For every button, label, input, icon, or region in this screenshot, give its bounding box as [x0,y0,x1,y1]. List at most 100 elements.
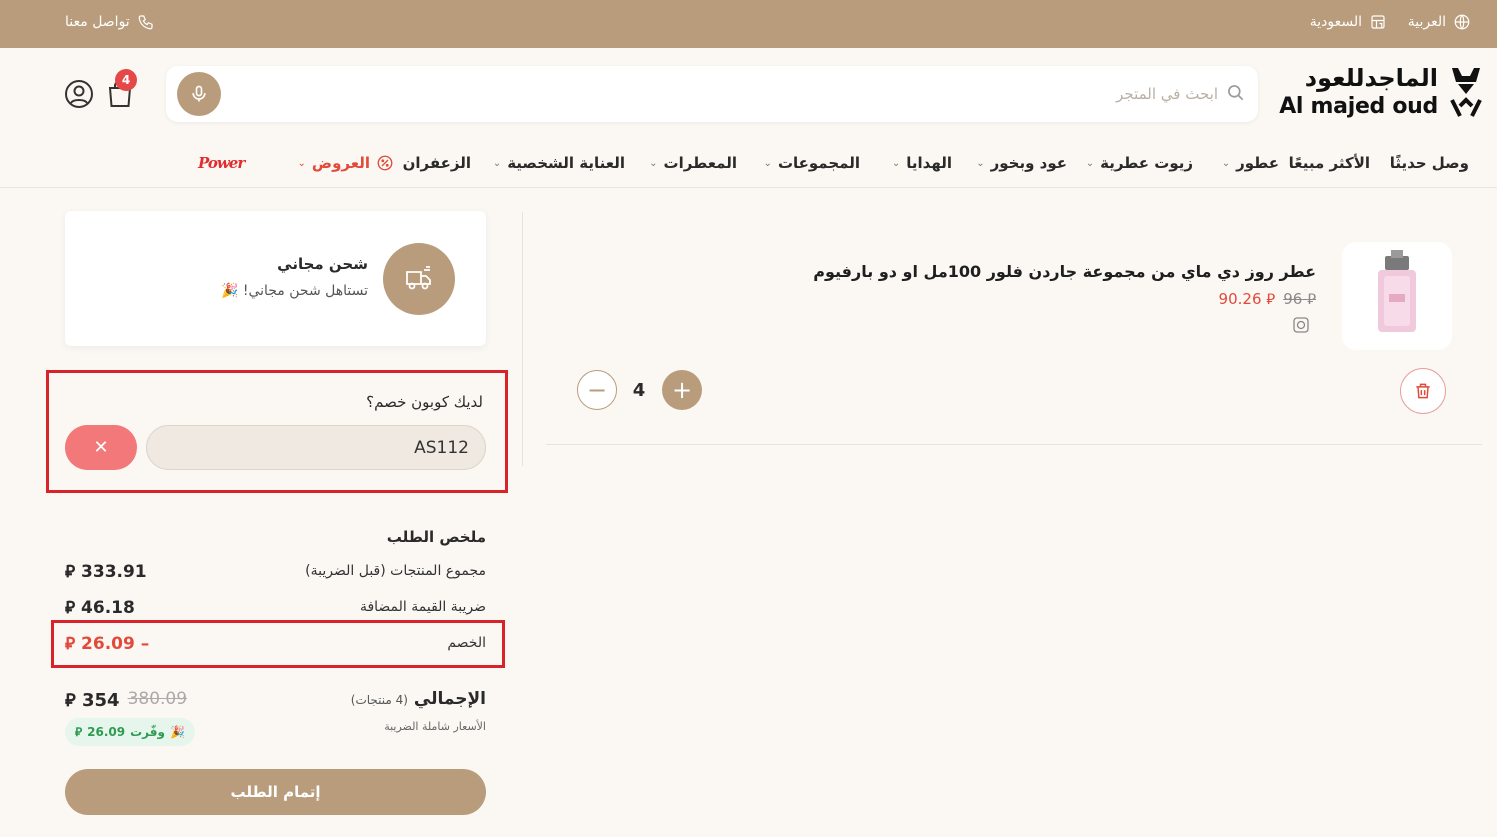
increase-quantity-button[interactable]: + [662,370,702,410]
vat-value: ⃁ 46.18 [65,596,135,618]
coupon-code-input[interactable] [146,425,486,470]
globe-icon [1454,14,1470,30]
nav-item-gifts[interactable]: الهدايا ⌄ [892,154,952,172]
store-icon [1371,15,1385,29]
subtotal-row: ⃁ 333.91 مجموع المنتجات (قبل الضريبة) [65,559,486,583]
search-icon[interactable] [1226,83,1246,103]
search-bar [166,66,1258,122]
party-popper-icon: 🎉 [220,283,239,299]
remove-coupon-button[interactable]: ✕ [65,425,137,470]
header: الماجدللعود Al majed oud 4 [0,48,1497,142]
currency-symbol: ⃁ [1307,290,1316,308]
chevron-down-icon: ⌄ [649,157,658,169]
phone-icon [138,15,153,30]
contact-link[interactable]: تواصل معنا [65,13,155,31]
total-old-value: 380.09 [127,689,188,709]
nav-item-label: عطور [1236,154,1279,172]
logo-arabic-text: الماجدللعود [1304,64,1438,92]
nav-item-label: الأكثر مبيعًا [1288,154,1370,172]
order-summary-title: ملخص الطلب [386,528,486,546]
savings-badge: 🎉 وفّرت 26.09 ⃁ [65,718,195,746]
search-input[interactable] [318,80,1218,108]
nav-item-label: المعطرات [663,154,737,172]
chevron-down-icon: ⌄ [1221,157,1231,169]
remove-item-button[interactable] [1400,368,1446,414]
chevron-down-icon: ⌄ [297,157,306,169]
checkout-button[interactable]: إتمام الطلب [65,769,486,815]
old-price-value: 96 [1283,290,1303,308]
nav-item-label: المجموعات [777,154,860,172]
new-price: ⃁ 90.26 [1219,290,1276,309]
discount-icon [377,155,393,171]
vat-label: ضريبة القيمة المضافة [359,599,486,615]
chevron-down-icon: ⌄ [492,157,502,169]
nav-item-best-sellers[interactable]: الأكثر مبيعًا [1289,154,1370,172]
discount-value: ⃁ 26.09 – [65,632,149,654]
nav-item-new-arrivals[interactable]: وصل حديثًا [1390,154,1469,172]
total-count: (4 منتجات) [350,693,408,707]
country-label: السعودية [1309,14,1362,30]
shipping-icon-circle [383,243,455,315]
nav-item-label: الزعفران [402,154,471,172]
total-label: الإجمالي (4 منتجات) [351,689,486,709]
logo-english-text: Al majed oud [1279,94,1438,119]
voice-search-button[interactable] [177,72,221,116]
discount-row: ⃁ 26.09 – الخصم [65,631,486,655]
party-popper-icon: 🎉 [169,725,185,739]
perfume-bottle-icon [1378,250,1416,332]
total-label-text: الإجمالي [413,689,486,709]
nav-item-perfumes[interactable]: عطور ⌄ [1222,154,1279,172]
coupon-section: لديك كوبون خصم؟ ✕ [46,370,508,493]
language-switch[interactable]: العربية [1408,13,1471,31]
old-price: ⃁ 96 [1283,290,1316,309]
nav-item-label: العروض [311,154,370,172]
nav-item-saffron[interactable]: الزعفران [403,154,471,172]
contact-label: تواصل معنا [65,14,130,30]
logo[interactable]: الماجدللعود Al majed oud [1279,64,1484,120]
nav-item-personal-care[interactable]: العناية الشخصية ⌄ [493,154,625,172]
total-new-amount: 354 [81,689,120,711]
close-icon: ✕ [93,437,109,458]
cart-count-badge: 4 [115,69,137,91]
subtotal-label: مجموع المنتجات (قبل الضريبة) [305,563,486,579]
new-price-value: 90.26 [1218,290,1262,308]
subtotal-amount: 333.91 [81,562,147,582]
nav-item-label: الهدايا [906,154,952,172]
product-title[interactable]: عطر روز دي ماي من مجموعة جاردن فلور 100م… [813,262,1316,281]
currency-symbol: ⃁ [65,598,76,618]
top-bar: العربية السعودية تواصل معنا [0,0,1497,48]
chevron-down-icon: ⌄ [763,157,772,169]
user-account-icon[interactable] [64,79,94,109]
nav-item-collections[interactable]: المجموعات ⌄ [764,154,860,172]
total-row: ⃁ 354 380.09 الإجمالي (4 منتجات) [65,686,486,712]
product-image[interactable] [1342,242,1452,350]
chevron-down-icon: ⌄ [1085,157,1095,169]
shipping-subtitle-text: تستاهل شحن مجاني! [242,283,368,299]
product-price: ⃁ 96 ⃁ 90.26 [1219,290,1316,309]
column-divider [522,212,523,466]
country-switch[interactable]: السعودية [1310,13,1387,31]
saved-label: وفّرت [130,725,165,739]
logo-mark-icon [1450,68,1482,117]
nav-item-fresheners[interactable]: المعطرات ⌄ [649,154,737,172]
nav-item-offers[interactable]: العروض ⌄ [298,154,394,172]
discount-label: الخصم [447,635,486,651]
nav-item-label: عود وبخور [990,154,1067,172]
promo-badge-icon [1293,317,1309,333]
language-label: العربية [1407,14,1446,30]
nav-item-label: العناية الشخصية [507,154,625,172]
total-new-value: ⃁ 354 [65,688,120,711]
saved-amount: 26.09 [87,725,126,739]
currency-symbol: ⃁ [75,724,83,739]
vat-row: ⃁ 46.18 ضريبة القيمة المضافة [65,595,486,619]
decrease-quantity-button[interactable]: − [577,370,617,410]
tax-note: الأسعار شاملة الضريبة [384,720,486,733]
nav-item-oud-incense[interactable]: عود وبخور ⌄ [976,154,1067,172]
vat-amount: 46.18 [81,598,135,618]
nav-item-oils[interactable]: زيوت عطرية ⌄ [1086,154,1193,172]
nav-item-label: وصل حديثًا [1389,154,1469,172]
subtotal-value: ⃁ 333.91 [65,560,147,582]
chevron-down-icon: ⌄ [891,157,901,169]
discount-amount: 26.09 – [81,634,150,654]
power-brand-logo[interactable]: Power [198,154,245,172]
